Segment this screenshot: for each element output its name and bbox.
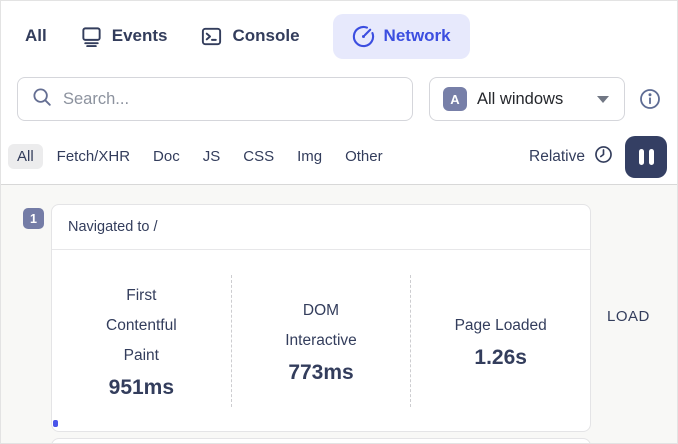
filter-other[interactable]: Other (336, 144, 392, 169)
tab-network[interactable]: Network (333, 14, 470, 59)
filter-img[interactable]: Img (288, 144, 331, 169)
metric-dom-interactive: DOM Interactive 773ms (232, 296, 411, 387)
tabs-row: All Events Console (1, 1, 677, 71)
console-icon (200, 25, 223, 48)
filter-row-right: Relative (529, 136, 667, 178)
tab-network-label: Network (384, 26, 451, 46)
search-box (17, 77, 413, 121)
filter-js[interactable]: JS (194, 144, 230, 169)
filter-fetch-xhr[interactable]: Fetch/XHR (48, 144, 139, 169)
tab-console-label: Console (232, 26, 299, 46)
search-icon (31, 86, 53, 113)
tab-all[interactable]: All (25, 26, 47, 46)
window-filter-value: All windows (477, 90, 587, 109)
chevron-down-icon (597, 96, 609, 103)
filter-css[interactable]: CSS (234, 144, 283, 169)
request-type-label: LOAD (607, 308, 650, 325)
clock-icon (593, 144, 614, 170)
time-mode-toggle[interactable]: Relative (529, 144, 614, 170)
request-index-badge: 1 (23, 208, 44, 229)
tab-console[interactable]: Console (200, 25, 299, 48)
metric-value: 773ms (232, 359, 411, 387)
request-title[interactable]: Navigated to / (52, 205, 590, 250)
events-icon (80, 25, 103, 48)
tab-events[interactable]: Events (80, 25, 168, 48)
tab-events-label: Events (112, 26, 168, 46)
request-card: Navigated to / First Contentful Paint 95… (51, 204, 591, 432)
metric-page-loaded: Page Loaded 1.26s (411, 311, 590, 372)
metric-first-contentful-paint: First Contentful Paint 951ms (52, 281, 231, 402)
page-metrics: First Contentful Paint 951ms DOM Interac… (52, 251, 590, 431)
resource-type-filters: All Fetch/XHR Doc JS CSS Img Other (8, 144, 392, 169)
info-button[interactable] (638, 87, 662, 111)
metric-label: DOM Interactive (232, 296, 411, 356)
filter-row: All Fetch/XHR Doc JS CSS Img Other Relat… (1, 129, 677, 185)
info-icon (638, 87, 662, 111)
pause-icon (639, 149, 644, 165)
window-badge: A (443, 87, 467, 111)
metric-label: Page Loaded (411, 311, 590, 341)
devtools-panel: All Events Console (0, 0, 678, 444)
network-request-list: 1 Navigated to / First Contentful Paint … (1, 185, 677, 443)
search-input[interactable] (63, 90, 399, 109)
metric-value: 1.26s (411, 344, 590, 372)
filter-doc[interactable]: Doc (144, 144, 189, 169)
network-gauge-icon (352, 25, 375, 48)
metric-label: First Contentful Paint (52, 281, 231, 371)
request-timing-bar (53, 420, 58, 427)
window-filter-dropdown[interactable]: A All windows (429, 77, 625, 121)
pause-button[interactable] (625, 136, 667, 178)
tab-all-label: All (25, 26, 47, 46)
time-mode-label: Relative (529, 148, 585, 166)
metric-value: 951ms (52, 374, 231, 402)
filter-all[interactable]: All (8, 144, 43, 169)
next-request-card[interactable] (51, 438, 591, 444)
